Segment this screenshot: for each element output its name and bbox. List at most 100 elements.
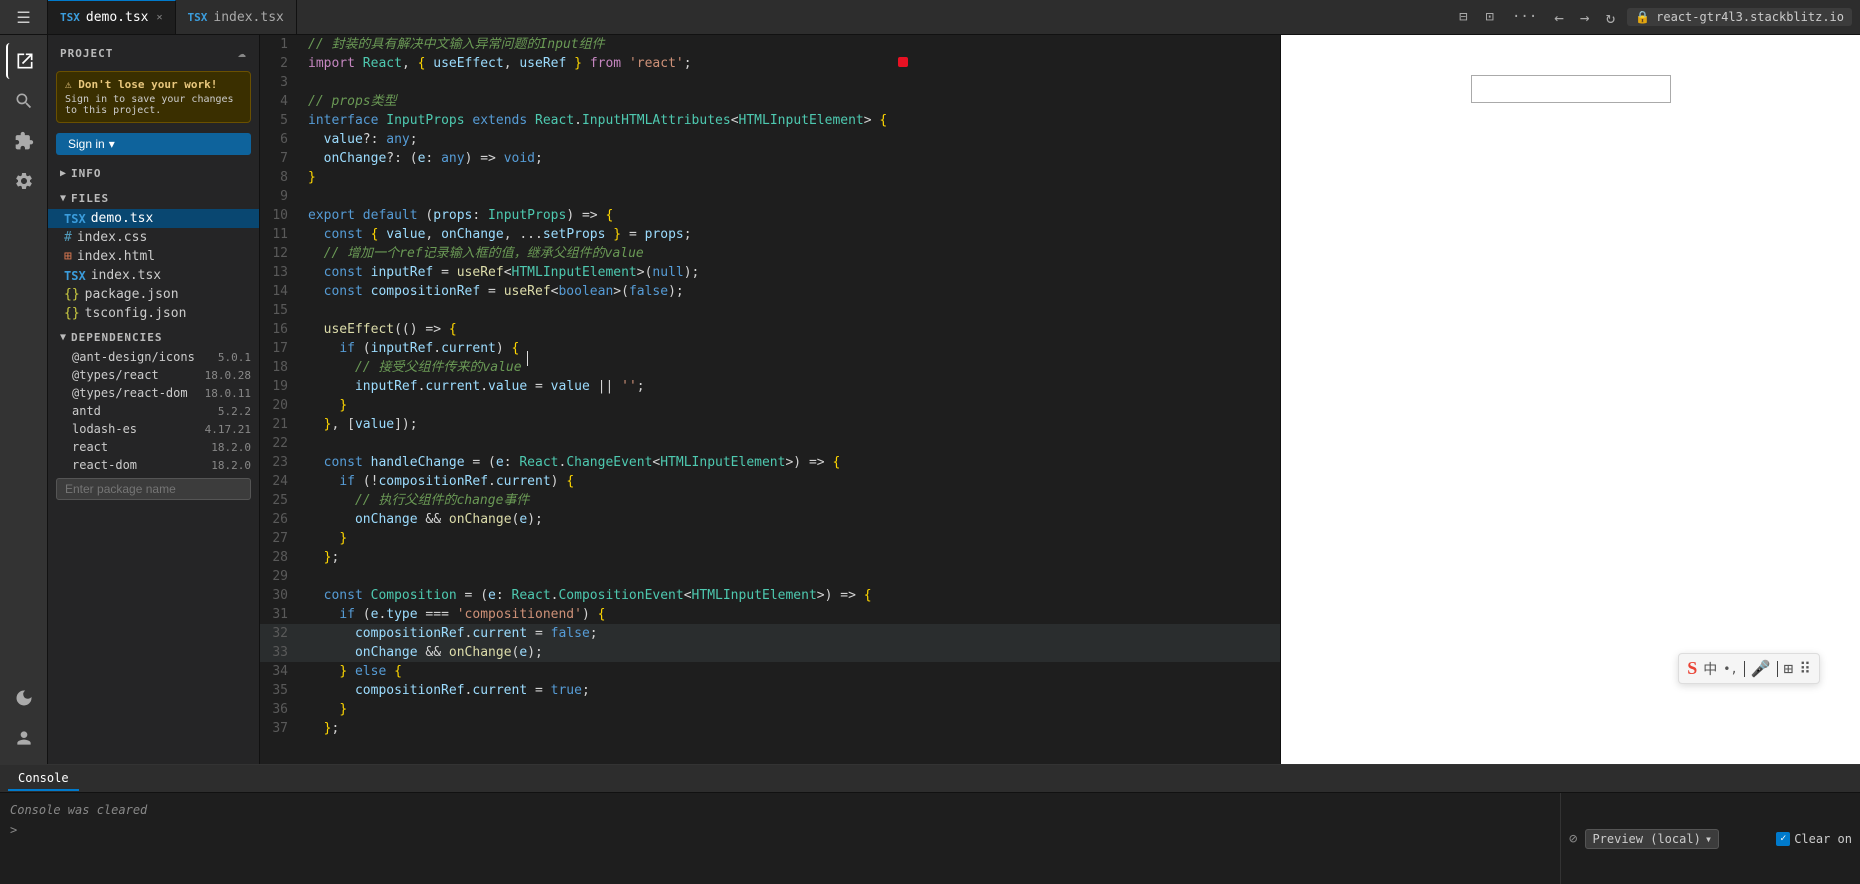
console-tab-label: Console xyxy=(18,771,69,785)
file-item-demo-tsx[interactable]: TSX demo.tsx xyxy=(48,209,259,228)
dep-name: react xyxy=(72,440,108,454)
file-item-index-html[interactable]: ⊞ index.html xyxy=(48,247,259,266)
dep-name: @types/react-dom xyxy=(72,386,188,400)
code-line: 13 const inputRef = useRef<HTMLInputElem… xyxy=(260,263,1280,282)
file-icon-html: ⊞ xyxy=(64,249,72,264)
more-button[interactable]: ··· xyxy=(1507,7,1542,27)
ime-chinese-icon: 中 xyxy=(1703,659,1717,679)
tsx-icon: TSX xyxy=(60,11,80,24)
preview-label: Preview (local) xyxy=(1592,832,1700,846)
sidebar-panel: PROJECT ☁ ⚠ Don't lose your work! Sign i… xyxy=(48,35,260,764)
ime-dots-icon: ⠿ xyxy=(1799,659,1811,678)
divider xyxy=(1744,661,1745,677)
dep-antd[interactable]: antd 5.2.2 xyxy=(48,402,259,420)
theme-icon[interactable] xyxy=(6,680,42,716)
file-item-tsconfig-json[interactable]: {} tsconfig.json xyxy=(48,304,259,323)
pin-button[interactable]: ⊟ xyxy=(1454,7,1472,27)
code-line: 34 } else { xyxy=(260,662,1280,681)
settings-icon[interactable] xyxy=(6,163,42,199)
dep-name: lodash-es xyxy=(72,422,137,436)
refresh-button[interactable]: ↻ xyxy=(1602,6,1620,29)
demo-input[interactable] xyxy=(1471,75,1671,103)
code-line: 23 const handleChange = (e: React.Change… xyxy=(260,453,1280,472)
code-line: 15 xyxy=(260,301,1280,320)
clear-on-checkbox[interactable]: ✓ xyxy=(1776,832,1790,846)
console-tab[interactable]: Console xyxy=(8,767,79,791)
extensions-icon[interactable] xyxy=(6,123,42,159)
search-icon[interactable] xyxy=(6,83,42,119)
code-line: 12 // 增加一个ref记录输入框的值，继承父组件的value xyxy=(260,244,1280,263)
activity-bottom xyxy=(6,680,42,764)
dep-lodash-es[interactable]: lodash-es 4.17.21 xyxy=(48,420,259,438)
code-line: 4 // props类型 xyxy=(260,92,1280,111)
code-line: 36 } xyxy=(260,700,1280,719)
file-name-package: package.json xyxy=(85,287,179,302)
dependencies-label: DEPENDENCIES xyxy=(71,331,162,344)
code-line: 19 inputRef.current.value = value || ''; xyxy=(260,377,1280,396)
dep-version: 18.0.28 xyxy=(205,369,251,382)
nav-back-button[interactable]: ← xyxy=(1550,6,1568,29)
project-title: PROJECT xyxy=(60,47,113,60)
dep-name: react-dom xyxy=(72,458,137,472)
warning-title: ⚠ Don't lose your work! xyxy=(65,78,242,91)
code-line: 14 const compositionRef = useRef<boolean… xyxy=(260,282,1280,301)
file-icon-tsx-demo: TSX xyxy=(64,212,86,226)
menu-icon[interactable]: ☰ xyxy=(16,8,30,27)
dep-name: antd xyxy=(72,404,101,418)
explorer-icon[interactable] xyxy=(6,43,42,79)
dep-ant-design-icons[interactable]: @ant-design/icons 5.0.1 xyxy=(48,348,259,366)
code-line: 26 onChange && onChange(e); xyxy=(260,510,1280,529)
code-line: 27 } xyxy=(260,529,1280,548)
dep-version: 18.2.0 xyxy=(211,459,251,472)
files-section-title[interactable]: ▼ FILES xyxy=(48,184,259,209)
dep-react-dom[interactable]: react-dom 18.2.0 xyxy=(48,456,259,474)
tab-index-tsx[interactable]: TSX index.tsx xyxy=(176,0,297,34)
divider-2 xyxy=(1777,661,1778,677)
ime-punctuation-icon: •, xyxy=(1723,662,1737,676)
code-line: 35 compositionRef.current = true; xyxy=(260,681,1280,700)
dep-version: 18.2.0 xyxy=(211,441,251,454)
preview-dropdown[interactable]: Preview (local) ▾ xyxy=(1585,829,1719,849)
tab-demo-tsx[interactable]: TSX demo.tsx ✕ xyxy=(48,0,176,34)
file-item-index-tsx[interactable]: TSX index.tsx xyxy=(48,266,259,285)
tab-label-demo: demo.tsx xyxy=(86,10,149,25)
info-section-title[interactable]: ▶ INFO xyxy=(48,159,259,184)
dep-types-react[interactable]: @types/react 18.0.28 xyxy=(48,366,259,384)
package-name-input[interactable] xyxy=(56,478,251,500)
nav-forward-button[interactable]: → xyxy=(1576,6,1594,29)
cloud-icon[interactable]: ☁ xyxy=(238,45,247,61)
clear-on-label: Clear on xyxy=(1794,832,1852,846)
sign-in-button[interactable]: Sign in ▾ xyxy=(56,133,251,155)
preview-content: S 中 •, 🎤 ⊞ ⠿ xyxy=(1281,35,1860,764)
dep-react[interactable]: react 18.2.0 xyxy=(48,438,259,456)
console-status-icon: ⊘ xyxy=(1569,831,1577,847)
console-arrow[interactable]: > xyxy=(10,821,1550,839)
tab-label-index: index.tsx xyxy=(213,10,283,25)
info-chevron: ▶ xyxy=(60,168,67,179)
code-line: 17 if (inputRef.current) { xyxy=(260,339,1280,358)
file-item-index-css[interactable]: # index.css xyxy=(48,228,259,247)
tab-close-demo[interactable]: ✕ xyxy=(157,12,163,23)
code-line: 31 if (e.type === 'compositionend') { xyxy=(260,605,1280,624)
tsx-icon-2: TSX xyxy=(188,11,208,24)
code-line: 11 const { value, onChange, ...setProps … xyxy=(260,225,1280,244)
dep-version: 5.0.1 xyxy=(218,351,251,364)
dependencies-section-title[interactable]: ▼ DEPENDENCIES xyxy=(48,323,259,348)
main-layout: PROJECT ☁ ⚠ Don't lose your work! Sign i… xyxy=(0,35,1860,764)
ime-s-icon: S xyxy=(1687,658,1697,679)
sidebar-header: PROJECT ☁ xyxy=(48,35,259,65)
code-editor: 1 // 封装的具有解决中文输入异常问题的Input组件 2 import Re… xyxy=(260,35,1280,764)
account-icon[interactable] xyxy=(6,720,42,756)
code-line: 9 xyxy=(260,187,1280,206)
dep-name: @types/react xyxy=(72,368,159,382)
activity-bar-top: ☰ xyxy=(0,0,48,34)
code-area[interactable]: 1 // 封装的具有解决中文输入异常问题的Input组件 2 import Re… xyxy=(260,35,1280,764)
file-item-package-json[interactable]: {} package.json xyxy=(48,285,259,304)
tab-actions: ⊟ ⊡ ··· ← → ↻ 🔒 react-gtr4l3.stackblitz.… xyxy=(1454,6,1860,29)
code-line: 16 useEffect(() => { xyxy=(260,320,1280,339)
dep-types-react-dom[interactable]: @types/react-dom 18.0.11 xyxy=(48,384,259,402)
info-label: INFO xyxy=(71,167,102,180)
file-icon-tsx-index: TSX xyxy=(64,269,86,283)
clear-on-container: ✓ Clear on xyxy=(1776,832,1852,846)
split-button[interactable]: ⊡ xyxy=(1481,7,1499,27)
